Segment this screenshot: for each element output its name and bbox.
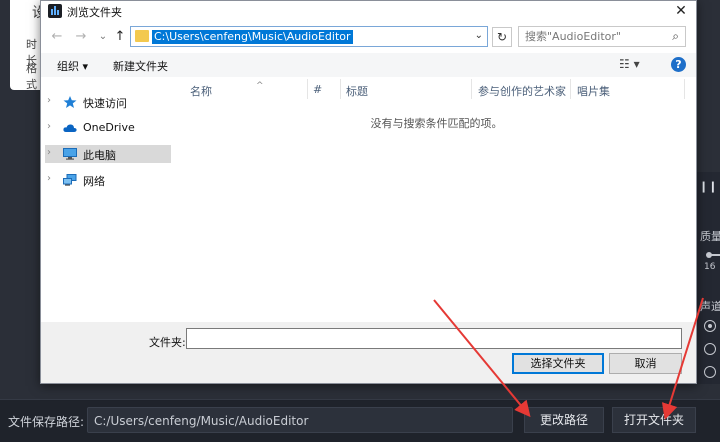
search-input[interactable]: 搜索"AudioEditor" ⌕ [518, 26, 686, 47]
channel-radio-2[interactable] [704, 343, 716, 355]
search-icon[interactable]: ⌕ [672, 27, 679, 46]
cancel-button[interactable]: 取消 [609, 353, 682, 374]
back-arrow-icon[interactable]: ← [49, 28, 65, 46]
dialog-title: 浏览文件夹 [67, 6, 122, 19]
column-header-number[interactable]: # [313, 83, 322, 96]
recent-locations-chevron-icon[interactable]: ⌄ [95, 28, 111, 46]
quality-slider-track[interactable] [710, 254, 720, 256]
chevron-right-icon[interactable]: › [47, 147, 51, 158]
quality-value: 16 [704, 262, 716, 272]
view-options-icon[interactable]: ☷ ▾ [619, 57, 640, 71]
change-path-button[interactable]: 更改路径 [524, 407, 604, 433]
file-list: 名称 ^ # 标题 参与创作的艺术家 唱片集 没有与搜索条件匹配的项。 [176, 77, 697, 322]
cloud-icon [63, 124, 77, 132]
network-icon [63, 174, 77, 186]
browse-folder-dialog: 浏览文件夹 ✕ ← → ⌄ ↑ C:\Users\cenfeng\Music\A… [40, 0, 697, 384]
sort-arrow-icon: ^ [256, 81, 264, 91]
chevron-right-icon[interactable]: › [47, 95, 51, 106]
close-icon[interactable]: ✕ [666, 1, 696, 21]
forward-arrow-icon[interactable]: → [73, 28, 89, 46]
channel-radio-1[interactable] [704, 320, 716, 332]
sidebar-item-label: 网络 [83, 175, 105, 188]
up-arrow-icon[interactable]: ↑ [112, 28, 128, 46]
save-path-bar: 文件保存路径: C:/Users/cenfeng/Music/AudioEdit… [0, 399, 720, 442]
sidebar-item-this-pc[interactable]: › 此电脑 [45, 145, 171, 163]
save-path-label: 文件保存路径: [8, 415, 85, 429]
help-icon[interactable]: ? [671, 57, 686, 72]
computer-icon [63, 148, 77, 160]
chevron-down-icon[interactable]: ⌄ [475, 30, 483, 41]
channel-radio-3[interactable] [704, 366, 716, 378]
chevron-right-icon[interactable]: › [47, 173, 51, 184]
folder-icon [135, 30, 149, 42]
sidebar-item-quick-access[interactable]: › 快速访问 [45, 93, 171, 111]
new-folder-button[interactable]: 新建文件夹 [113, 58, 168, 74]
star-icon [63, 96, 77, 108]
audio-options-panel: ❙❙ 质量 16 声道 [696, 172, 720, 384]
navigation-bar: ← → ⌄ ↑ C:\Users\cenfeng\Music\AudioEdit… [41, 25, 696, 49]
sidebar-item-label: OneDrive [83, 121, 135, 134]
dialog-footer: 文件夹: 选择文件夹 取消 [41, 322, 696, 383]
address-bar[interactable]: C:\Users\cenfeng\Music\AudioEditor ⌄ [130, 26, 488, 47]
save-path-field[interactable]: C:/Users/cenfeng/Music/AudioEditor [87, 407, 513, 433]
select-folder-button[interactable]: 选择文件夹 [512, 353, 604, 374]
open-folder-button[interactable]: 打开文件夹 [612, 407, 696, 433]
command-bar: 组织 ▾ 新建文件夹 ☷ ▾ ? [41, 53, 696, 77]
navigation-pane: › 快速访问 › OneDrive › 此电脑 › 网络 [41, 77, 172, 322]
sidebar-item-onedrive[interactable]: › OneDrive [45, 119, 171, 137]
folder-label: 文件夹: [149, 336, 186, 349]
quality-label: 质量 [700, 230, 720, 243]
folder-name-input[interactable] [186, 328, 682, 349]
column-header-album[interactable]: 唱片集 [577, 83, 610, 99]
empty-results-message: 没有与搜索条件匹配的项。 [370, 117, 503, 130]
organize-menu-button[interactable]: 组织 ▾ [57, 58, 88, 74]
sidebar-item-network[interactable]: › 网络 [45, 171, 171, 189]
app-logo-icon [48, 4, 62, 18]
refresh-icon[interactable]: ↻ [492, 27, 512, 47]
column-header-title[interactable]: 标题 [346, 83, 368, 99]
sidebar-item-label: 此电脑 [83, 149, 116, 162]
sidebar-item-label: 快速访问 [83, 97, 127, 110]
search-placeholder: 搜索"AudioEditor" [525, 30, 621, 43]
chevron-right-icon[interactable]: › [47, 121, 51, 132]
pause-icon[interactable]: ❙❙ [699, 180, 717, 193]
dialog-titlebar: 浏览文件夹 ✕ [41, 1, 696, 21]
column-header-name[interactable]: 名称 ^ [190, 81, 264, 99]
address-path[interactable]: C:\Users\cenfeng\Music\AudioEditor [152, 30, 353, 44]
channel-label: 声道 [700, 300, 720, 313]
column-header-contributing-artists[interactable]: 参与创作的艺术家 [478, 83, 566, 99]
